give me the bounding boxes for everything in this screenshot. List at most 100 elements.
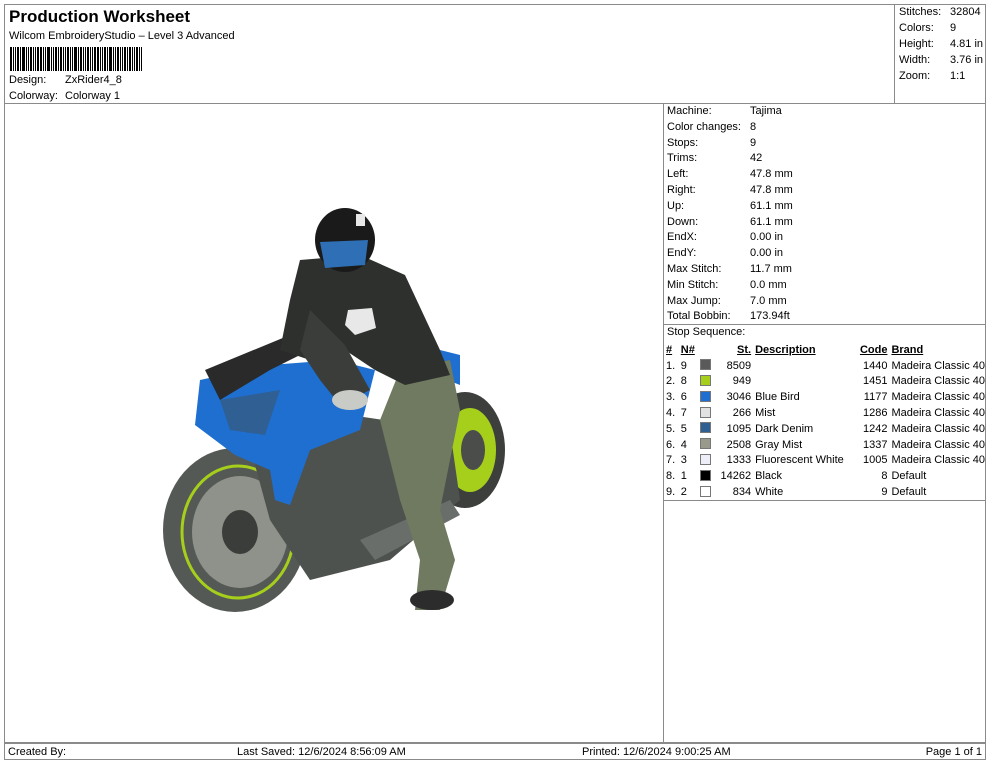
thread-brand: Default xyxy=(891,470,927,483)
table-row: 1. 9 8509 1440 Madeira Classic 40 xyxy=(666,358,985,374)
barcode-bar xyxy=(94,47,96,71)
barcode xyxy=(10,47,162,71)
info-label: Total Bobbin: xyxy=(667,310,731,323)
barcode-bar xyxy=(20,47,21,71)
machine-info-row: Up: 61.1 mm xyxy=(667,200,793,212)
info-value: 42 xyxy=(750,152,763,165)
barcode-bar xyxy=(78,47,79,71)
machine-info-row: Down: 61.1 mm xyxy=(667,216,793,228)
design-stats-box: Stitches: 32804 Colors: 9 Height: 4.81 in W… xyxy=(894,4,986,104)
thread-color-swatch xyxy=(699,390,711,402)
info-value: 0.0 mm xyxy=(750,278,787,291)
barcode-bar xyxy=(113,47,114,71)
barcode-bar xyxy=(97,47,99,71)
info-value: 61.1 mm xyxy=(750,215,793,228)
needle-number: 4 xyxy=(680,438,687,451)
machine-info-row: Left: 47.8 mm xyxy=(667,168,793,180)
col-header-stitches: St. xyxy=(737,343,752,356)
barcode-bar xyxy=(124,47,126,71)
machine-info-row: Max Stitch: 11.7 mm xyxy=(667,263,792,275)
thread-code: 1337 xyxy=(862,438,888,451)
barcode-bar xyxy=(60,47,62,71)
info-label: Max Stitch: xyxy=(667,263,722,275)
color-description: Dark Denim xyxy=(755,422,814,435)
barcode-bar xyxy=(67,47,69,71)
thread-color-swatch xyxy=(699,469,711,481)
stat-value: 32804 xyxy=(950,6,981,18)
table-row: 2. 8 949 1451 Madeira Classic 40 xyxy=(666,374,985,390)
last-saved: Last Saved: 12/6/2024 8:56:09 AM xyxy=(237,746,406,758)
barcode-bar xyxy=(26,47,27,71)
barcode-bar xyxy=(102,47,103,71)
barcode-bar xyxy=(129,47,131,71)
barcode-bar xyxy=(117,47,119,71)
helmet-visor xyxy=(320,240,368,268)
thread-brand: Madeira Classic 40 xyxy=(891,454,985,467)
info-value: 7.0 mm xyxy=(750,294,787,307)
machine-info-row: Total Bobbin: 173.94ft xyxy=(667,310,790,322)
machine-info-row: Machine: Tajima xyxy=(667,105,782,117)
info-value: 61.1 mm xyxy=(750,199,793,212)
col-header-brand: Brand xyxy=(891,343,924,356)
needle-number: 5 xyxy=(680,422,687,435)
design-label: Design: xyxy=(9,74,47,86)
design-row: Design: ZxRider4_8 xyxy=(9,74,122,86)
barcode-bar xyxy=(58,47,59,71)
thread-brand: Madeira Classic 40 xyxy=(891,391,985,404)
info-value: 8 xyxy=(750,120,757,133)
row-index: 5. xyxy=(666,422,676,435)
barcode-bar xyxy=(37,47,39,71)
thread-brand: Madeira Classic 40 xyxy=(891,407,985,420)
color-description xyxy=(755,374,854,390)
barcode-bar xyxy=(90,47,91,71)
info-label: Up: xyxy=(667,199,685,212)
color-swatch xyxy=(699,437,718,453)
barcode-bar xyxy=(47,47,50,71)
barcode-bar xyxy=(115,47,116,71)
col-header-description: Description xyxy=(755,343,816,356)
thread-color-swatch xyxy=(699,485,711,497)
stat-value: 9 xyxy=(950,22,957,34)
color-description: Mist xyxy=(755,407,776,420)
barcode-bar xyxy=(85,47,86,71)
stat-colors: Colors: 9 xyxy=(899,22,956,34)
thread-code: 1242 xyxy=(862,422,888,435)
machine-info-row: EndY: 0.00 in xyxy=(667,247,783,259)
barcode-bar xyxy=(35,47,36,71)
color-description: Black xyxy=(755,470,783,483)
thread-color-swatch xyxy=(699,438,711,450)
barcode-bar xyxy=(107,47,108,71)
thread-code: 1440 xyxy=(862,359,888,372)
stitch-count: 834 xyxy=(732,486,752,499)
col-header-swatch xyxy=(700,342,718,358)
barcode-bar xyxy=(139,47,140,71)
info-value: 47.8 mm xyxy=(750,168,793,181)
barcode-bar xyxy=(33,47,34,71)
barcode-bar xyxy=(104,47,106,71)
info-label: Stops: xyxy=(667,136,699,149)
machine-info-row: Min Stitch: 0.0 mm xyxy=(667,279,787,291)
info-label: Max Jump: xyxy=(667,294,721,307)
needle-number: 1 xyxy=(680,470,687,483)
row-index: 3. xyxy=(666,391,676,404)
thread-color-swatch xyxy=(699,453,711,465)
info-label: Trims: xyxy=(667,152,698,165)
row-index: 8. xyxy=(666,470,676,483)
row-index: 1. xyxy=(666,359,676,372)
stat-zoom: Zoom: 1:1 xyxy=(899,70,965,82)
info-value: 47.8 mm xyxy=(750,184,793,196)
machine-info-row: Stops: 9 xyxy=(667,137,756,149)
row-index: 7. xyxy=(666,454,676,467)
thread-color-swatch xyxy=(699,422,711,434)
barcode-bar xyxy=(10,47,12,71)
info-label: EndY: xyxy=(667,247,697,260)
stitch-count: 266 xyxy=(732,407,752,420)
barcode-bar xyxy=(40,47,42,71)
barcode-bar xyxy=(122,47,123,71)
row-index: 9. xyxy=(666,486,676,499)
barcode-bar xyxy=(13,47,14,71)
colorway-value: Colorway 1 xyxy=(65,90,121,102)
machine-info-row: Max Jump: 7.0 mm xyxy=(667,295,787,307)
info-label: EndX: xyxy=(667,231,697,244)
info-label: Machine: xyxy=(667,105,712,117)
